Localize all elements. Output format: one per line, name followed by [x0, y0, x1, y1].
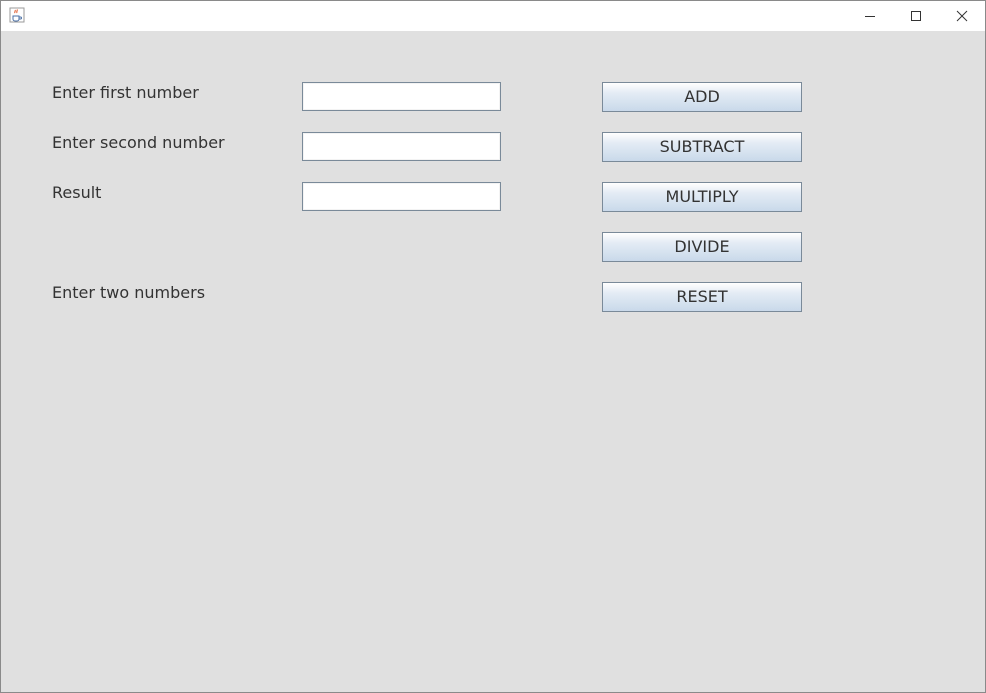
second-number-input[interactable]	[302, 132, 501, 161]
title-bar[interactable]	[1, 1, 985, 31]
maximize-icon	[911, 11, 921, 21]
result-label: Result	[52, 183, 102, 202]
java-cup-icon[interactable]	[9, 7, 25, 23]
first-number-label: Enter first number	[52, 83, 199, 102]
app-window: Enter first number ADD Enter second numb…	[0, 0, 986, 693]
close-button[interactable]	[939, 1, 985, 31]
first-number-input[interactable]	[302, 82, 501, 111]
maximize-button[interactable]	[893, 1, 939, 31]
second-number-label: Enter second number	[52, 133, 225, 152]
status-message: Enter two numbers	[52, 283, 206, 302]
divide-button[interactable]: DIVIDE	[602, 232, 802, 262]
result-field[interactable]	[302, 182, 501, 211]
reset-button[interactable]: RESET	[602, 282, 802, 312]
content-panel: Enter first number ADD Enter second numb…	[1, 31, 985, 692]
minimize-icon	[865, 16, 875, 17]
close-icon	[956, 10, 968, 22]
add-button[interactable]: ADD	[602, 82, 802, 112]
minimize-button[interactable]	[847, 1, 893, 31]
multiply-button[interactable]: MULTIPLY	[602, 182, 802, 212]
subtract-button[interactable]: SUBTRACT	[602, 132, 802, 162]
